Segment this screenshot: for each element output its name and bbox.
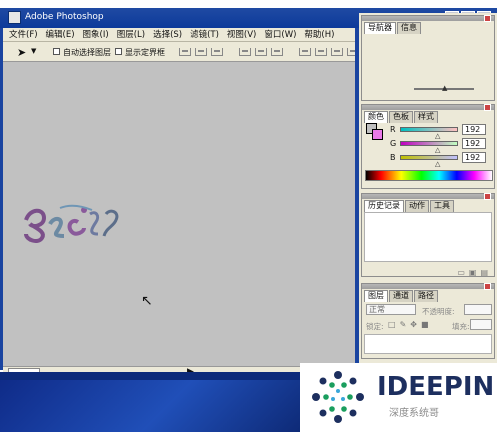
watermark-brand: IDEEPIN <box>377 372 495 402</box>
navigator-zoom-thumb-icon[interactable]: ▲ <box>442 84 447 92</box>
watermark-caption: 深度系统哥 <box>389 408 439 419</box>
opacity-label: 不透明度: <box>422 307 455 316</box>
desktop-background <box>0 380 300 432</box>
move-tool-icon[interactable]: ➤ <box>17 46 26 59</box>
menu-select[interactable]: 选择(S) <box>153 28 182 41</box>
color-spectrum-bar[interactable] <box>365 170 493 181</box>
navigator-panel: 导航器 信息 ▲ <box>361 15 495 101</box>
menu-edit[interactable]: 编辑(E) <box>46 28 75 41</box>
new-document-icon[interactable]: ▣ <box>469 268 477 277</box>
tab-swatches[interactable]: 色板 <box>389 111 413 123</box>
channel-b-label: B <box>390 153 396 162</box>
align-buttons <box>179 48 375 56</box>
history-list[interactable] <box>364 212 492 262</box>
history-panel: 历史记录 动作 工具 ▭ ▣ ▤ <box>361 193 495 277</box>
menu-help[interactable]: 帮助(H) <box>304 28 334 41</box>
align-middle-icon[interactable] <box>195 48 207 56</box>
lock-label: 锁定: <box>366 322 384 331</box>
lock-icons: □ ✎ ✥ ■ <box>388 320 429 329</box>
lock-move-icon[interactable]: ✥ <box>410 320 417 329</box>
channel-g-value[interactable]: 192 <box>462 138 486 149</box>
history-close-icon[interactable] <box>484 193 491 200</box>
deepin-logo-icon <box>312 371 364 423</box>
layers-panel: 图层 通道 路径 正常 不透明度: 锁定: □ ✎ ✥ ■ 填充: <box>361 283 495 359</box>
window-title: Adobe Photoshop <box>25 12 104 22</box>
auto-select-label: 自动选择图层 <box>63 48 111 57</box>
tab-tools[interactable]: 工具 <box>430 200 454 212</box>
channel-b-value[interactable]: 192 <box>462 152 486 163</box>
show-bounds-checkbox[interactable] <box>115 48 122 55</box>
tab-paths[interactable]: 路径 <box>414 290 438 302</box>
opacity-field[interactable] <box>464 304 492 315</box>
tab-actions[interactable]: 动作 <box>405 200 429 212</box>
navigator-body: ▲ <box>364 34 492 92</box>
blend-mode-select[interactable]: 正常 <box>366 304 416 315</box>
tab-color[interactable]: 颜色 <box>364 111 388 123</box>
navigator-close-icon[interactable] <box>484 15 491 22</box>
photoshop-screen: Adobe Photoshop _ □ × 文件(F) 编辑(E) 图象(I) … <box>0 0 497 432</box>
align-right-icon[interactable] <box>271 48 283 56</box>
menu-view[interactable]: 视图(V) <box>227 28 256 41</box>
channel-g-label: G <box>390 139 397 148</box>
background-color-swatch[interactable] <box>372 129 383 140</box>
lock-paint-icon[interactable]: ✎ <box>400 320 407 329</box>
history-buttons: ▭ ▣ ▤ <box>457 268 488 277</box>
channel-b-slider[interactable] <box>400 155 458 160</box>
tab-styles[interactable]: 样式 <box>414 111 438 123</box>
menu-filter[interactable]: 滤镜(T) <box>190 28 219 41</box>
color-close-icon[interactable] <box>484 104 491 111</box>
channel-r-slider[interactable] <box>400 127 458 132</box>
channel-r-value[interactable]: 192 <box>462 124 486 135</box>
menu-bar: 文件(F) 编辑(E) 图象(I) 图层(L) 选择(S) 滤镜(T) 视图(V… <box>3 28 355 42</box>
lock-transparency-icon[interactable]: □ <box>388 320 396 329</box>
show-bounds-label: 显示定界框 <box>125 48 165 57</box>
auto-select-checkbox[interactable] <box>53 48 60 55</box>
channel-r-label: R <box>390 125 396 134</box>
channel-b-thumb-icon[interactable]: △ <box>435 160 440 168</box>
channel-g-thumb-icon[interactable]: △ <box>435 146 440 154</box>
lock-all-icon[interactable]: ■ <box>421 320 429 329</box>
tab-info[interactable]: 信息 <box>397 22 421 34</box>
menu-file[interactable]: 文件(F) <box>9 28 38 41</box>
new-snapshot-icon[interactable]: ▭ <box>457 268 465 277</box>
channel-g-slider[interactable] <box>400 141 458 146</box>
fill-label: 填充: <box>452 322 470 331</box>
layers-list[interactable] <box>364 334 492 354</box>
palette-dock: 导航器 信息 ▲ 颜色 色板 样式 R △ 192 G △ 192 B △ 19… <box>359 13 497 363</box>
photoshop-app-icon <box>8 11 21 24</box>
tool-preset-dropdown-icon[interactable]: ▼ <box>31 47 36 55</box>
delete-state-icon[interactable]: ▤ <box>480 268 488 277</box>
app-splash-logo <box>24 204 119 243</box>
distribute-2-icon[interactable] <box>315 48 327 56</box>
align-bottom-icon[interactable] <box>211 48 223 56</box>
distribute-3-icon[interactable] <box>331 48 343 56</box>
tab-channels[interactable]: 通道 <box>389 290 413 302</box>
layers-close-icon[interactable] <box>484 283 491 290</box>
mouse-pointer-icon: ↖ <box>141 293 153 309</box>
menu-window[interactable]: 窗口(W) <box>264 28 296 41</box>
menu-layer[interactable]: 图层(L) <box>117 28 145 41</box>
options-bar: ➤ ▼ 自动选择图层 显示定界框 <box>3 42 375 62</box>
menu-image[interactable]: 图象(I) <box>83 28 109 41</box>
tab-history[interactable]: 历史记录 <box>364 200 404 212</box>
align-top-icon[interactable] <box>179 48 191 56</box>
distribute-1-icon[interactable] <box>299 48 311 56</box>
align-left-icon[interactable] <box>239 48 251 56</box>
tab-navigator[interactable]: 导航器 <box>364 22 396 34</box>
color-panel: 颜色 色板 样式 R △ 192 G △ 192 B △ 192 <box>361 104 495 189</box>
channel-r-thumb-icon[interactable]: △ <box>435 132 440 140</box>
tab-layers[interactable]: 图层 <box>364 290 388 302</box>
align-center-icon[interactable] <box>255 48 267 56</box>
fill-field[interactable] <box>470 319 492 330</box>
